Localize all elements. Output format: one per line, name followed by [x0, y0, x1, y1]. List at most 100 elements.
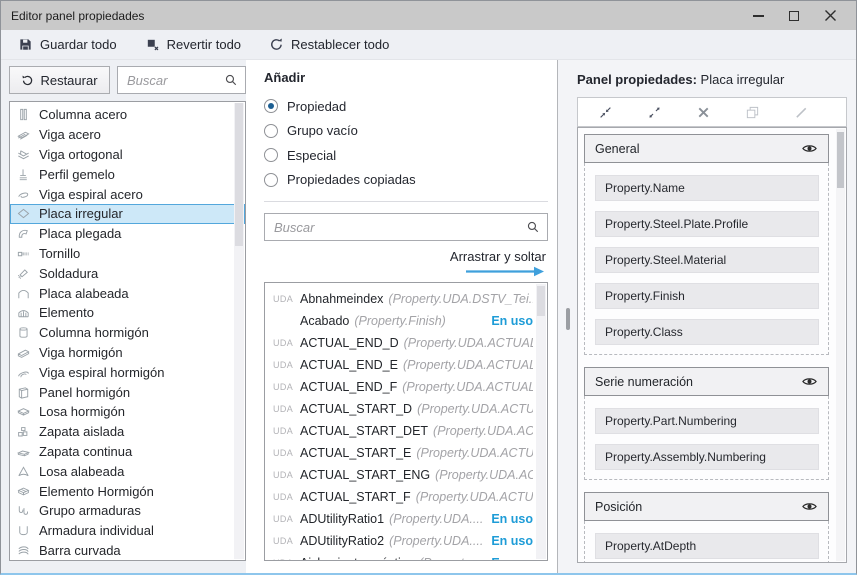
field-label: Property.Class [605, 325, 683, 339]
in-use-badge: En uso [491, 556, 533, 561]
radio-propiedad[interactable]: Propiedad [264, 94, 548, 119]
revert-all-button[interactable]: Revertir todo [145, 37, 241, 52]
property-row-actual-start-eng[interactable]: UDAACTUAL_START_ENG(Property.UDA.AC... [265, 464, 547, 486]
property-row-actual-start-e[interactable]: UDAACTUAL_START_E(Property.UDA.ACTU... [265, 442, 547, 464]
field-property-steel-material[interactable]: Property.Steel.Material [595, 247, 819, 273]
uda-badge: UDA [273, 492, 300, 502]
editor-window: Editor panel propiedades Guardar todoRev… [0, 0, 857, 575]
property-row-actual-end-e[interactable]: UDAACTUAL_END_E(Property.UDA.ACTUAL... [265, 354, 547, 376]
object-type-panel-hormigon[interactable]: Panel hormigón [10, 382, 245, 402]
radio-indicator[interactable] [264, 99, 278, 113]
property-name: ACTUAL_START_F [300, 490, 411, 504]
property-row-actual-start-f[interactable]: UDAACTUAL_START_F(Property.UDA.ACTU... [265, 486, 547, 508]
preview-side-scrollbar-thumb[interactable] [566, 308, 570, 330]
reset-all-button[interactable]: Restablecer todo [269, 37, 389, 52]
scrollbar-thumb[interactable] [537, 286, 545, 316]
object-type-label: Grupo armaduras [39, 503, 141, 518]
object-type-losa-alabeada[interactable]: Losa alabeada [10, 461, 245, 481]
radio-indicator[interactable] [264, 173, 278, 187]
object-type-columna-hormigon[interactable]: Columna hormigón [10, 323, 245, 343]
object-type-elemento-hormigon[interactable]: Elemento Hormigón [10, 481, 245, 501]
object-type-barra-curvada[interactable]: Barra curvada [10, 541, 245, 561]
radio-propiedades-copiadas[interactable]: Propiedades copiadas [264, 168, 548, 193]
group-header[interactable]: General [584, 134, 829, 163]
expand-all-icon [647, 105, 662, 120]
object-type-list-scrollbar[interactable] [234, 103, 244, 559]
property-row-actual-start-d[interactable]: UDAACTUAL_START_D(Property.UDA.ACTU... [265, 398, 547, 420]
field-property-name[interactable]: Property.Name [595, 175, 819, 201]
property-row-actual-end-d[interactable]: UDAACTUAL_END_D(Property.UDA.ACTUAL... [265, 332, 547, 354]
object-type-soldadura[interactable]: Soldadura [10, 263, 245, 283]
object-type-viga-hormigon[interactable]: Viga hormigón [10, 343, 245, 363]
object-type-placa-plegada[interactable]: Placa plegada [10, 224, 245, 244]
scrollbar-thumb[interactable] [837, 132, 844, 188]
property-row-adutilityratio2[interactable]: UDAADUtilityRatio2(Property.UDA....En us… [265, 530, 547, 552]
save-all-button[interactable]: Guardar todo [18, 37, 117, 52]
radio-indicator[interactable] [264, 124, 278, 138]
field-property-class[interactable]: Property.Class [595, 319, 819, 345]
object-type-armadura-individual[interactable]: Armadura individual [10, 521, 245, 541]
eye-icon[interactable] [801, 140, 818, 157]
property-search-input[interactable] [264, 213, 548, 241]
radio-especial[interactable]: Especial [264, 143, 548, 168]
object-type-columna-acero[interactable]: Columna acero [10, 105, 245, 125]
field-property-finish[interactable]: Property.Finish [595, 283, 819, 309]
contour-plate-icon [16, 206, 31, 221]
eye-icon[interactable] [801, 373, 818, 390]
field-property-assembly-numbering[interactable]: Property.Assembly.Numbering [595, 444, 819, 470]
property-row-aislamiento-acustico[interactable]: UDAAislamiento acústico(Property....En u… [265, 552, 547, 561]
property-row-actual-start-det[interactable]: UDAACTUAL_START_DET(Property.UDA.AC... [265, 420, 547, 442]
field-property-part-numbering[interactable]: Property.Part.Numbering [595, 408, 819, 434]
radio-indicator[interactable] [264, 148, 278, 162]
edit-button[interactable] [777, 99, 826, 125]
object-type-viga-ortogonal[interactable]: Viga ortogonal [10, 145, 245, 165]
object-type-viga-espiral-acero[interactable]: Viga espiral acero [10, 184, 245, 204]
object-type-losa-hormigon[interactable]: Losa hormigón [10, 402, 245, 422]
object-type-elemento[interactable]: Elemento [10, 303, 245, 323]
property-path: (Property.UDA.ACTUAL... [404, 336, 533, 350]
maximize-button[interactable] [776, 1, 812, 30]
property-path: (Property.UDA.... [389, 512, 483, 526]
preview-scrollbar[interactable] [836, 129, 845, 561]
field-property-atdepth[interactable]: Property.AtDepth [595, 533, 819, 559]
expand-all-button[interactable] [630, 99, 679, 125]
group-header[interactable]: Serie numeración [584, 367, 829, 396]
property-name: ACTUAL_END_D [300, 336, 399, 350]
object-type-viga-acero[interactable]: Viga acero [10, 125, 245, 145]
delete-button[interactable] [679, 99, 728, 125]
object-type-list: Columna aceroViga aceroViga ortogonalPer… [9, 101, 246, 561]
field-property-steel-plate-profile[interactable]: Property.Steel.Plate.Profile [595, 211, 819, 237]
object-type-item[interactable] [10, 560, 245, 561]
property-path: (Property.UDA.ACTUAL... [402, 380, 533, 394]
radio-grupo-vacio[interactable]: Grupo vacío [264, 119, 548, 144]
minimize-button[interactable] [740, 1, 776, 30]
restore-button[interactable]: Restaurar [9, 66, 110, 94]
object-type-zapata-aislada[interactable]: Zapata aislada [10, 422, 245, 442]
scrollbar-thumb[interactable] [235, 103, 243, 246]
property-row-abnahmeindex[interactable]: UDAAbnahmeindex(Property.UDA.DSTV_Tei... [265, 288, 547, 310]
eye-icon[interactable] [801, 498, 818, 515]
property-row-acabado[interactable]: Acabado(Property.Finish)En uso [265, 310, 547, 332]
steel-beam-icon [16, 127, 31, 142]
object-type-label: Panel hormigón [39, 385, 130, 400]
object-type-grupo-armaduras[interactable]: Grupo armaduras [10, 501, 245, 521]
object-type-perfil-gemelo[interactable]: Perfil gemelo [10, 164, 245, 184]
object-type-placa-alabeada[interactable]: Placa alabeada [10, 283, 245, 303]
uda-badge: UDA [273, 360, 300, 370]
object-type-viga-espiral-hormigon[interactable]: Viga espiral hormigón [10, 362, 245, 382]
property-path: (Property.UDA.... [389, 534, 483, 548]
group-title: Posición [595, 500, 642, 514]
object-type-label: Tornillo [39, 246, 80, 261]
property-list-scrollbar[interactable] [536, 284, 546, 559]
property-row-adutilityratio1[interactable]: UDAADUtilityRatio1(Property.UDA....En us… [265, 508, 547, 530]
close-button[interactable] [812, 1, 848, 30]
duplicate-button[interactable] [728, 99, 777, 125]
object-type-zapata-continua[interactable]: Zapata continua [10, 442, 245, 462]
collapse-all-button[interactable] [581, 99, 630, 125]
group-header[interactable]: Posición [584, 492, 829, 521]
object-type-placa-irregular[interactable]: Placa irregular [10, 204, 245, 224]
drag-drop-hint: Arrastrar y soltar [450, 249, 546, 264]
property-row-actual-end-f[interactable]: UDAACTUAL_END_F(Property.UDA.ACTUAL... [265, 376, 547, 398]
object-type-tornillo[interactable]: Tornillo [10, 244, 245, 264]
group-body: Property.Name Property.Steel.Plate.Profil… [584, 163, 829, 355]
